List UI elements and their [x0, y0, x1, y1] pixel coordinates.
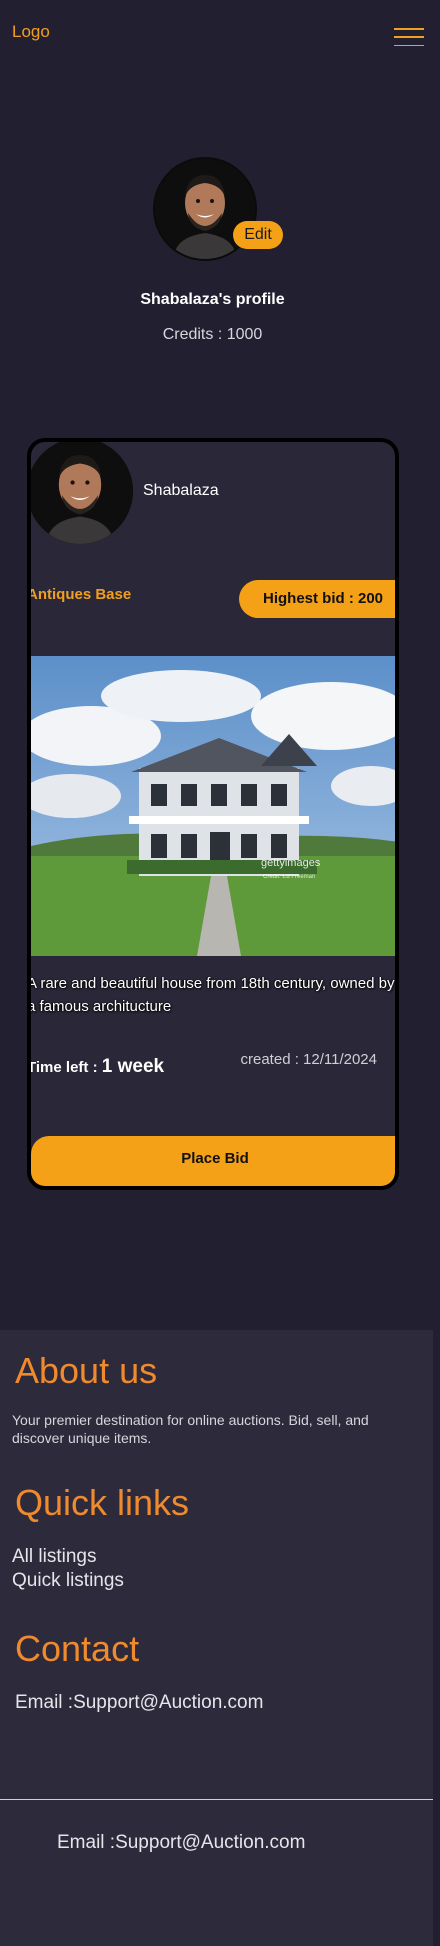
listing-description: A rare and beautiful house from 18th cen…	[27, 975, 395, 1015]
owner-avatar	[31, 442, 133, 544]
time-left-value: 1 week	[101, 1056, 165, 1077]
time-left: Time left : 1 week	[27, 1056, 165, 1078]
link-all-listings[interactable]: All listings	[12, 1546, 96, 1568]
time-left-sep: :	[88, 1059, 102, 1076]
listing-card: Shabalaza Antiques Base Highest bid : 20…	[27, 438, 399, 1190]
highest-bid-badge: Highest bid : 200	[239, 580, 395, 618]
time-left-label: Time left	[27, 1059, 89, 1076]
contact-email[interactable]: Email :Support@Auction.com	[15, 1692, 263, 1714]
hamburger-menu-icon[interactable]	[394, 28, 424, 46]
footer-divider	[0, 1799, 433, 1800]
person-photo-icon	[31, 442, 133, 544]
edit-profile-button[interactable]: Edit	[233, 221, 283, 249]
menu-line	[394, 36, 424, 38]
logo[interactable]: Logo	[12, 22, 50, 42]
about-text: Your premier destination for online auct…	[12, 1412, 369, 1446]
about-heading: About us	[15, 1350, 158, 1391]
menu-line	[394, 28, 424, 30]
watermark-credit: Credit: Ed Freeman	[263, 874, 315, 880]
house-photo-icon: gettyimages Credit: Ed Freeman	[31, 656, 395, 956]
credits-text: Credits : 1000	[162, 326, 263, 343]
owner-name[interactable]: Shabalaza	[143, 482, 219, 500]
listing-category: Antiques Base	[27, 586, 132, 603]
created-date: created : 12/11/2024	[240, 1051, 378, 1068]
bottom-email[interactable]: Email :Support@Auction.com	[57, 1832, 305, 1854]
link-quick-listings[interactable]: Quick listings	[12, 1570, 124, 1592]
watermark-text: gettyimages	[261, 857, 321, 869]
profile-title: Shabalaza's profile	[140, 291, 285, 308]
listing-image[interactable]: gettyimages Credit: Ed Freeman	[31, 656, 395, 956]
place-bid-button[interactable]: Place Bid	[31, 1136, 395, 1186]
menu-line	[394, 44, 424, 46]
quick-links-heading: Quick links	[15, 1482, 190, 1523]
contact-heading: Contact	[15, 1628, 140, 1669]
